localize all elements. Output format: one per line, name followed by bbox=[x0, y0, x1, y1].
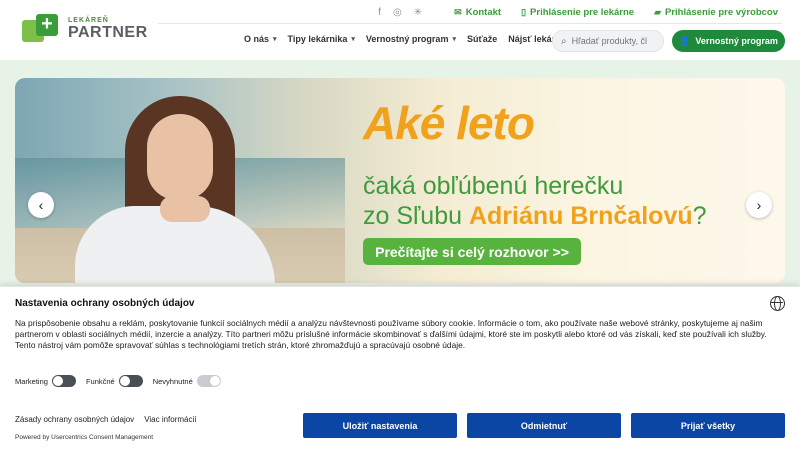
manufacturer-login-label: Prihlásenie pre výrobcov bbox=[665, 6, 778, 18]
more-info-link[interactable]: Viac informácií bbox=[144, 415, 196, 424]
toggle-switch[interactable] bbox=[51, 375, 76, 387]
toggle-label: Marketing bbox=[15, 376, 48, 386]
toggle-marketing[interactable]: Marketing bbox=[15, 375, 76, 387]
page: + LEKÁREŇ PARTNER f ◎ ✳ ✉ Kontakt ▯ Prih… bbox=[0, 0, 800, 450]
deny-button[interactable]: Odmietnuť bbox=[467, 413, 621, 438]
consent-paragraph-2: Tento nástroj vám pomôže spravovať súhla… bbox=[15, 340, 466, 351]
chevron-down-icon: ▾ bbox=[452, 36, 456, 43]
top-bar: f ◎ ✳ ✉ Kontakt ▯ Prihlásenie pre lekárn… bbox=[378, 5, 778, 19]
save-settings-button[interactable]: Uložiť nastavenia bbox=[303, 413, 457, 438]
nav-item-about[interactable]: O nás ▾ bbox=[244, 34, 277, 44]
instagram-icon[interactable]: ◎ bbox=[393, 7, 402, 18]
chevron-down-icon: ▾ bbox=[351, 36, 355, 43]
hero-photo bbox=[75, 88, 275, 283]
toggle-functional[interactable]: Funkčné bbox=[86, 375, 143, 387]
site-header: + LEKÁREŇ PARTNER f ◎ ✳ ✉ Kontakt ▯ Prih… bbox=[0, 0, 800, 60]
nav-label: Tipy lekárnika bbox=[287, 34, 348, 44]
consent-text: Na prispôsobenie obsahu a reklám, poskyt… bbox=[15, 318, 787, 352]
user-icon: 👤 bbox=[679, 35, 691, 46]
nav-item-loyalty[interactable]: Vernostný program ▾ bbox=[366, 34, 456, 44]
consent-banner: Nastavenia ochrany osobných údajov Na pr… bbox=[0, 286, 800, 450]
actress-name: Adriánu Brnčalovú bbox=[468, 202, 693, 230]
manufacturer-login-link[interactable]: ▰ Prihlásenie pre výrobcov bbox=[654, 7, 778, 18]
mail-icon: ✉ bbox=[454, 6, 462, 17]
logo-mark-icon: + bbox=[22, 14, 62, 44]
phone-icon: ▯ bbox=[521, 6, 527, 17]
toggle-necessary: Nevyhnutné bbox=[153, 375, 221, 387]
search-icon: ⌕ bbox=[561, 35, 567, 47]
hero-headline: Aké leto bbox=[363, 97, 535, 149]
chevron-left-icon[interactable]: ‹ bbox=[28, 192, 54, 218]
nav-item-tips[interactable]: Tipy lekárnika ▾ bbox=[288, 34, 355, 44]
toggle-switch[interactable] bbox=[118, 375, 143, 387]
chevron-right-icon[interactable]: › bbox=[746, 192, 772, 218]
logo[interactable]: + LEKÁREŇ PARTNER bbox=[22, 14, 148, 44]
social-icon[interactable]: ✳ bbox=[414, 7, 422, 18]
facebook-icon[interactable]: f bbox=[378, 7, 381, 18]
nav-label: Súťaže bbox=[466, 34, 498, 44]
header-divider bbox=[158, 23, 782, 24]
nav-item-contests[interactable]: Súťaže bbox=[467, 34, 497, 44]
toggle-label: Nevyhnutné bbox=[152, 376, 193, 386]
main-nav: O nás ▾ Tipy lekárnika ▾ Vernostný program… bbox=[244, 34, 577, 44]
read-interview-button[interactable]: Prečítajte si celý rozhovor >> bbox=[363, 238, 581, 265]
hero-subline-2: zo Sľubu Adriánu Brnčalovú? bbox=[363, 202, 707, 230]
toggle-label: Funkčné bbox=[85, 376, 115, 386]
accept-all-button[interactable]: Prijať všetky bbox=[631, 413, 785, 438]
nav-label: Vernostný program bbox=[365, 34, 449, 44]
search-input[interactable] bbox=[571, 36, 652, 46]
consent-paragraph-1: Na prispôsobenie obsahu a reklám, poskyt… bbox=[15, 318, 767, 340]
contact-link[interactable]: ✉ Kontakt bbox=[454, 7, 501, 18]
pharmacy-login-label: Prihlásenie pre lekárne bbox=[530, 6, 635, 18]
loyalty-program-label: Vernostný program bbox=[695, 36, 778, 46]
consent-links: Zásady ochrany osobných údajov Viac info… bbox=[15, 415, 207, 424]
privacy-policy-link[interactable]: Zásady ochrany osobných údajov bbox=[15, 415, 134, 424]
globe-icon[interactable] bbox=[770, 296, 785, 311]
powered-by: Powered by Usercentrics Consent Manageme… bbox=[15, 434, 154, 441]
hero-subline-1: čaká obľúbenú herečku bbox=[363, 172, 624, 200]
consent-toggles: Marketing Funkčné Nevyhnutné bbox=[15, 375, 231, 387]
nav-label: O nás bbox=[244, 34, 270, 44]
factory-icon: ▰ bbox=[654, 6, 661, 17]
loyalty-program-button[interactable]: 👤 Vernostný program bbox=[672, 30, 785, 52]
pharmacy-login-link[interactable]: ▯ Prihlásenie pre lekárne bbox=[521, 7, 634, 18]
logo-brand-text: PARTNER bbox=[68, 24, 148, 41]
search-box[interactable]: ⌕ bbox=[552, 30, 664, 52]
toggle-switch bbox=[196, 375, 221, 387]
contact-label: Kontakt bbox=[465, 6, 502, 18]
hero-banner[interactable]: Aké leto čaká obľúbenú herečku zo Sľubu … bbox=[15, 78, 785, 283]
consent-title: Nastavenia ochrany osobných údajov bbox=[15, 298, 195, 309]
chevron-down-icon: ▾ bbox=[273, 36, 277, 43]
logo-small-text: LEKÁREŇ bbox=[68, 17, 109, 24]
